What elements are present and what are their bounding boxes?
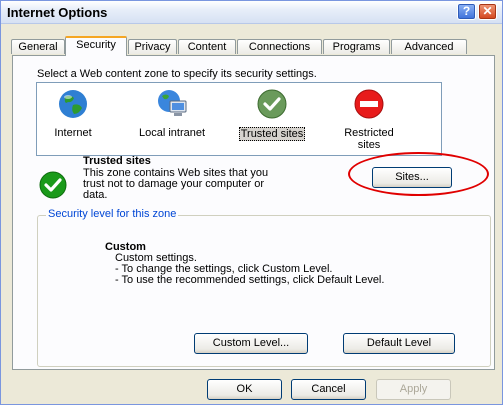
custom-settings-text: Custom settings. - To change the setting…	[115, 253, 384, 286]
trusted-sites-check-icon	[39, 171, 67, 199]
desc-line2: trust not to damage your computer or	[83, 178, 264, 190]
globe-icon	[59, 90, 87, 118]
cancel-button[interactable]: Cancel	[291, 379, 366, 400]
security-level-legend: Security level for this zone	[46, 208, 179, 220]
tab-content[interactable]: Content	[178, 39, 236, 54]
desc-line3: data.	[83, 189, 108, 201]
sites-button[interactable]: Sites...	[372, 167, 452, 188]
computer-network-icon	[158, 90, 187, 116]
apply-button[interactable]: Apply	[376, 379, 451, 400]
internet-options-window: Internet Options ? ✕ General Security Pr…	[0, 0, 503, 405]
zone-prompt: Select a Web content zone to specify its…	[37, 68, 317, 80]
tab-privacy[interactable]: Privacy	[128, 39, 177, 54]
tab-advanced[interactable]: Advanced	[391, 39, 467, 54]
help-button[interactable]: ?	[457, 3, 476, 20]
selected-zone-title: Trusted sites	[83, 155, 151, 167]
title-bar[interactable]: Internet Options ? ✕	[1, 1, 502, 24]
tab-general[interactable]: General	[11, 39, 65, 54]
restricted-line2: sites	[357, 139, 381, 151]
zone-restricted-sites-label: Restricted sites	[343, 127, 395, 151]
close-button[interactable]: ✕	[478, 3, 497, 20]
ok-button[interactable]: OK	[207, 379, 282, 400]
zone-internet[interactable]: Internet	[43, 87, 103, 139]
zone-list: Internet Local intranet Trusted sites Re…	[36, 82, 442, 156]
zone-trusted-sites[interactable]: Trusted sites	[232, 87, 312, 141]
security-panel: Select a Web content zone to specify its…	[12, 55, 495, 370]
tab-programs[interactable]: Programs	[323, 39, 390, 54]
zone-local-intranet-label: Local intranet	[138, 127, 206, 139]
zone-restricted-sites[interactable]: Restricted sites	[337, 87, 401, 151]
custom-line3: - To use the recommended settings, click…	[115, 274, 385, 286]
zone-trusted-sites-label: Trusted sites	[238, 127, 306, 141]
stop-icon	[354, 89, 384, 119]
default-level-button[interactable]: Default Level	[343, 333, 455, 354]
check-icon	[257, 89, 287, 119]
restricted-line1: Restricted	[344, 127, 394, 139]
tab-connections[interactable]: Connections	[237, 39, 322, 54]
zone-local-intranet[interactable]: Local intranet	[129, 87, 215, 139]
tab-security[interactable]: Security	[65, 36, 127, 56]
window-title: Internet Options	[7, 5, 108, 20]
selected-zone-description: This zone contains Web sites that you tr…	[83, 168, 283, 201]
custom-level-button[interactable]: Custom Level...	[194, 333, 308, 354]
zone-internet-label: Internet	[54, 127, 92, 139]
